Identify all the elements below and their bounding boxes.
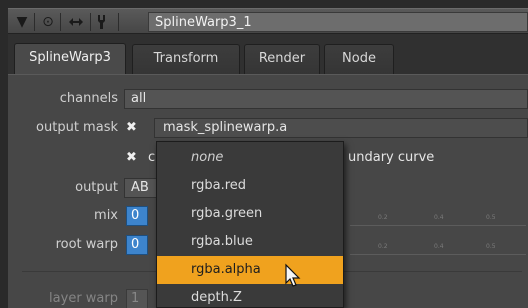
boundary-curve-label: undary curve bbox=[348, 150, 435, 165]
channels-menu[interactable]: all bbox=[124, 89, 528, 109]
tab-node[interactable]: Node bbox=[324, 44, 394, 74]
mix-label: mix bbox=[94, 208, 118, 223]
layer-warp-label: layer warp bbox=[49, 291, 118, 306]
wrench-icon[interactable] bbox=[94, 12, 114, 32]
output-mask-dropdown: none rgba.red rgba.green rgba.blue rgba.… bbox=[156, 141, 344, 308]
mix-slider[interactable]: 0.2 0.4 0.5 bbox=[350, 206, 526, 226]
layer-warp-number-field[interactable]: 1 bbox=[126, 289, 148, 308]
slider-tick: 0.2 bbox=[378, 243, 388, 250]
center-node-icon[interactable]: ⊙ bbox=[38, 12, 58, 32]
output-mask-menu[interactable]: mask_splinewarp.a bbox=[154, 118, 528, 138]
tab-transform[interactable]: Transform bbox=[132, 44, 240, 74]
slider-tick: 0.2 bbox=[378, 214, 388, 221]
menu-item-rgba-green[interactable]: rgba.green bbox=[157, 200, 343, 228]
slider-tick: 0.5 bbox=[486, 214, 496, 221]
node-name-field[interactable]: SplineWarp3_1 bbox=[148, 12, 528, 32]
output-value: AB bbox=[131, 180, 149, 195]
menu-item-rgba-alpha[interactable]: rgba.alpha bbox=[157, 256, 343, 284]
option-checkbox[interactable]: ✖ bbox=[126, 150, 137, 165]
tab-render[interactable]: Render bbox=[244, 44, 320, 74]
separator bbox=[118, 13, 119, 31]
root-warp-slider[interactable]: 0.2 0.4 0.5 bbox=[350, 235, 526, 255]
separator bbox=[60, 13, 61, 31]
option-label-left: c bbox=[148, 150, 156, 165]
separator bbox=[90, 13, 91, 31]
node-title-bar: ▼ ⊙ SplineWarp3_1 bbox=[8, 8, 528, 34]
separator bbox=[34, 13, 35, 31]
tab-splinewarp3[interactable]: SplineWarp3 bbox=[14, 43, 126, 74]
root-warp-label: root warp bbox=[55, 237, 118, 252]
slider-tick: 0.4 bbox=[434, 214, 444, 221]
tab-bar: SplineWarp3 Transform Render Node bbox=[8, 34, 528, 74]
menu-item-rgba-blue[interactable]: rgba.blue bbox=[157, 228, 343, 256]
slider-tick: 0.4 bbox=[434, 243, 444, 250]
float-panel-icon[interactable] bbox=[66, 12, 86, 32]
root-warp-number-field[interactable]: 0 bbox=[126, 235, 148, 255]
output-mask-label: output mask bbox=[36, 120, 118, 135]
mouse-cursor-icon bbox=[285, 263, 301, 287]
channels-label: channels bbox=[59, 91, 118, 106]
menu-item-depth-z[interactable]: depth.Z bbox=[157, 284, 343, 308]
collapse-triangle-icon[interactable]: ▼ bbox=[12, 12, 32, 32]
output-mask-value: mask_splinewarp.a bbox=[163, 120, 288, 135]
mix-number-field[interactable]: 0 bbox=[126, 206, 148, 226]
output-label: output bbox=[75, 180, 118, 195]
menu-item-none[interactable]: none bbox=[157, 144, 343, 172]
output-mask-checkbox[interactable]: ✖ bbox=[126, 120, 137, 135]
slider-tick: 0.5 bbox=[486, 243, 496, 250]
channels-value: all bbox=[131, 91, 147, 106]
menu-item-rgba-red[interactable]: rgba.red bbox=[157, 172, 343, 200]
